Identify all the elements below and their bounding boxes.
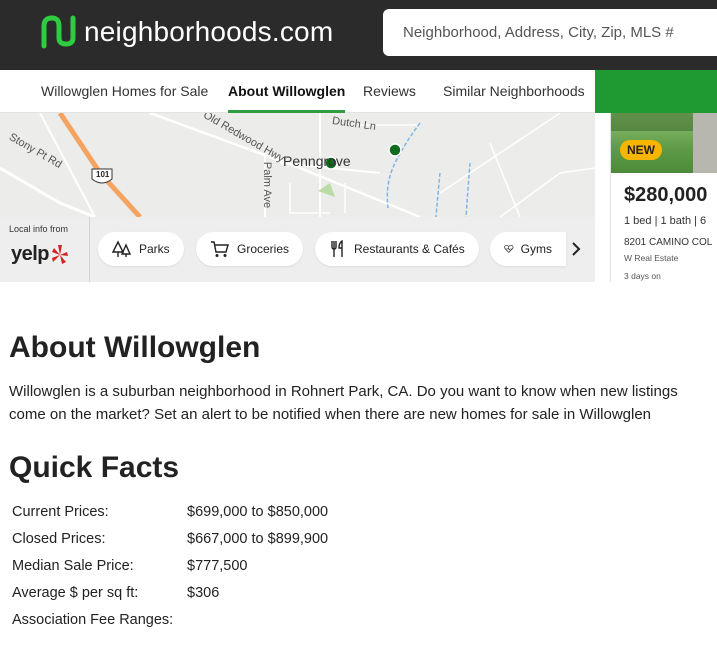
listing-broker: W Real Estate (624, 253, 679, 263)
new-badge: NEW (620, 140, 662, 160)
neighborhood-tabs: Willowglen Homes for Sale About Willowgl… (0, 70, 595, 113)
fact-label: Average $ per sq ft: (12, 585, 139, 601)
fact-value: $667,000 to $899,900 (187, 531, 329, 547)
map-label-penngrove: Penngrove (283, 153, 351, 169)
local-info-bar: Local info from yelp Parks Groceries Res… (0, 217, 595, 282)
listing-address: 8201 CAMINO COL (624, 237, 713, 248)
listing-price: $280,000 (624, 184, 708, 206)
yelp-burst-icon (52, 244, 69, 264)
logo-text: neighborhoods.com (84, 16, 334, 47)
tab-about[interactable]: About Willowglen (228, 70, 346, 113)
cart-icon (211, 241, 229, 257)
category-label: Gyms (520, 242, 552, 256)
fact-value: $699,000 to $850,000 (187, 504, 329, 520)
map-label-palm-ave: Palm Ave (261, 161, 274, 209)
tab-homes-for-sale[interactable]: Willowglen Homes for Sale (41, 70, 208, 113)
fact-label: Association Fee Ranges: (12, 612, 174, 628)
utensils-icon (331, 240, 343, 257)
tab-reviews[interactable]: Reviews (363, 70, 416, 113)
site-logo[interactable]: neighborhoods.com (40, 14, 333, 50)
category-label: Groceries (237, 242, 290, 256)
logo-mark-icon (41, 15, 76, 49)
yelp-attribution: Local info from yelp (0, 217, 90, 282)
category-restaurants-cafes[interactable]: Restaurants & Cafés (315, 232, 479, 266)
green-header-bar (595, 70, 717, 113)
about-heading: About Willowglen (9, 331, 261, 364)
category-label: Restaurants & Cafés (354, 242, 465, 256)
tab-similar-neighborhoods[interactable]: Similar Neighborhoods (443, 70, 585, 113)
category-gyms[interactable]: Gyms (490, 232, 566, 266)
map-label-101: 101 (96, 170, 110, 179)
category-groceries[interactable]: Groceries (196, 232, 304, 266)
listing-facts: 1 bed | 1 bath | 6 (624, 215, 707, 227)
site-header: neighborhoods.com (0, 0, 717, 70)
category-parks[interactable]: Parks (98, 232, 184, 266)
neighborhood-map[interactable]: Dutch Ln Old Redwood Hwy Stony Pt Rd Pen… (0, 113, 595, 217)
local-info-caption: Local info from (9, 224, 69, 234)
listing-card[interactable]: NEW $280,000 1 bed | 1 bath | 6 8201 CAM… (610, 113, 717, 282)
trees-icon (112, 240, 132, 257)
yelp-logo: yelp (11, 243, 69, 266)
fact-label: Current Prices: (12, 504, 109, 520)
about-description: Willowglen is a suburban neighborhood in… (9, 383, 678, 423)
category-label: Parks (139, 242, 170, 256)
heartbeat-icon (504, 244, 514, 253)
yelp-wordmark: yelp (11, 243, 50, 265)
quick-facts-heading: Quick Facts (9, 451, 180, 484)
fact-value: $777,500 (187, 558, 248, 574)
fact-label: Closed Prices: (12, 531, 106, 547)
listing-posted: 3 days on (624, 271, 661, 281)
fact-value: $306 (187, 585, 220, 601)
fact-label: Median Sale Price: (12, 558, 134, 574)
chevron-right-icon[interactable] (566, 239, 586, 259)
search-input[interactable] (383, 9, 717, 56)
